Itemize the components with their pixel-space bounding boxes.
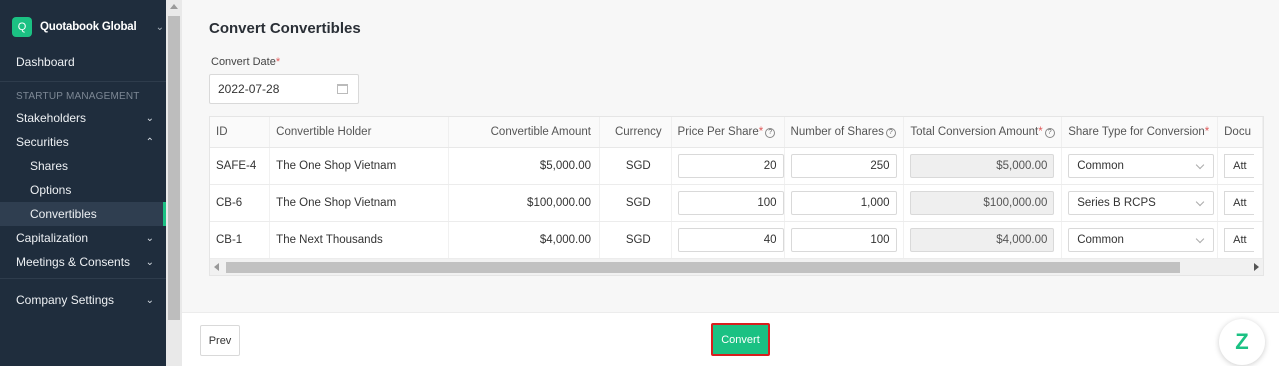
footer-bar: Prev Convert Z xyxy=(182,312,1279,366)
support-chat-icon[interactable]: Z xyxy=(1219,319,1265,365)
header-currency: Currency xyxy=(599,117,672,148)
org-switcher[interactable]: Q Quotabook Global ⌄ xyxy=(8,8,166,46)
chevron-down-icon: ⌄ xyxy=(145,232,154,244)
help-icon: ? xyxy=(885,127,896,138)
chevron-down-icon: ⌄ xyxy=(145,294,154,306)
help-icon: ? xyxy=(765,127,776,138)
convert-date-value: 2022-07-28 xyxy=(218,82,280,96)
header-total-conversion: Total Conversion Amount*? xyxy=(903,117,1063,148)
cell-amount: $5,000.00 xyxy=(448,147,601,185)
convert-date-label: Convert Date* xyxy=(211,56,281,68)
org-name: Quotabook Global xyxy=(40,21,137,33)
scroll-up-icon[interactable] xyxy=(170,4,178,9)
scrollbar-thumb[interactable] xyxy=(168,16,180,320)
cell-amount: $100,000.00 xyxy=(448,184,601,222)
sidebar-item-stakeholders[interactable]: Stakeholders ⌄ xyxy=(0,106,166,130)
sidebar-item-options[interactable]: Options xyxy=(0,178,166,202)
page-title: Convert Convertibles xyxy=(209,20,361,37)
cell-currency: SGD xyxy=(599,147,672,185)
sidebar-item-label: Securities xyxy=(16,135,69,149)
convertibles-table: ID Convertible Holder Convertible Amount… xyxy=(209,116,1264,276)
sidebar-item-dashboard[interactable]: Dashboard xyxy=(0,50,166,74)
cell-holder: The One Shop Vietnam xyxy=(269,184,449,222)
header-holder: Convertible Holder xyxy=(269,117,449,148)
sidebar-item-capitalization[interactable]: Capitalization ⌄ xyxy=(0,226,166,250)
divider xyxy=(0,81,166,82)
header-number-of-shares: Number of Shares? xyxy=(784,117,905,148)
attach-button[interactable]: Att xyxy=(1224,227,1255,252)
sidebar-item-convertibles[interactable]: Convertibles xyxy=(0,202,166,226)
cell-id: SAFE-4 xyxy=(210,147,271,185)
attach-button[interactable]: Att xyxy=(1224,190,1255,215)
number-of-shares-input[interactable]: 100 xyxy=(790,227,897,252)
share-type-select[interactable]: Series B RCPS xyxy=(1068,190,1215,215)
total-conversion-field: $100,000.00 xyxy=(910,190,1055,215)
table-header-row: ID Convertible Holder Convertible Amount… xyxy=(210,117,1263,148)
scroll-right-icon[interactable] xyxy=(1254,263,1259,271)
chevron-down-icon: ⌄ xyxy=(155,21,164,33)
prev-button[interactable]: Prev xyxy=(200,325,240,356)
sidebar-item-label: Dashboard xyxy=(16,55,75,69)
convert-date-input[interactable]: 2022-07-28 xyxy=(209,74,359,104)
sidebar-item-label: Company Settings xyxy=(16,293,115,307)
chevron-up-icon: ⌃ xyxy=(145,136,154,148)
price-per-share-input[interactable]: 40 xyxy=(677,227,784,252)
sidebar-item-label: Capitalization xyxy=(16,231,89,245)
sidebar-item-label: Stakeholders xyxy=(16,111,87,125)
convert-button[interactable]: Convert xyxy=(711,323,770,356)
chevron-down-icon: ⌄ xyxy=(145,256,154,268)
price-per-share-input[interactable]: 20 xyxy=(677,153,784,178)
sidebar: Q Quotabook Global ⌄ Dashboard STARTUP M… xyxy=(0,0,166,366)
number-of-shares-input[interactable]: 250 xyxy=(790,153,897,178)
main-content: Convert Convertibles Convert Date* 2022-… xyxy=(182,0,1279,366)
chevron-down-icon xyxy=(1195,160,1205,169)
divider xyxy=(0,278,166,279)
price-per-share-input[interactable]: 100 xyxy=(677,190,784,215)
sidebar-item-label: Meetings & Consents xyxy=(16,255,131,269)
attach-button[interactable]: Att xyxy=(1224,153,1255,178)
help-icon: ? xyxy=(1044,127,1055,138)
header-share-type: Share Type for Conversion* xyxy=(1061,117,1219,148)
header-amount: Convertible Amount xyxy=(448,117,601,148)
sidebar-item-label: Convertibles xyxy=(30,207,97,221)
table-row: SAFE-4 The One Shop Vietnam $5,000.00 SG… xyxy=(210,147,1263,185)
cell-id: CB-1 xyxy=(210,221,271,259)
table-row: CB-1 The Next Thousands $4,000.00 SGD 40… xyxy=(210,221,1263,259)
total-conversion-field: $5,000.00 xyxy=(910,153,1055,178)
cell-holder: The One Shop Vietnam xyxy=(269,147,449,185)
app: Q Quotabook Global ⌄ Dashboard STARTUP M… xyxy=(0,0,1279,366)
chevron-down-icon: ⌄ xyxy=(145,112,154,124)
header-document: Docu xyxy=(1217,117,1263,148)
share-type-select[interactable]: Common xyxy=(1068,227,1215,252)
table-row: CB-6 The One Shop Vietnam $100,000.00 SG… xyxy=(210,184,1263,222)
sidebar-item-shares[interactable]: Shares xyxy=(0,154,166,178)
horizontal-scrollbar[interactable] xyxy=(210,259,1263,275)
section-label: STARTUP MANAGEMENT xyxy=(16,91,140,102)
header-price-per-share: Price Per Share*? xyxy=(671,117,785,148)
sidebar-item-label: Shares xyxy=(30,159,69,173)
sidebar-item-securities[interactable]: Securities ⌃ xyxy=(0,130,166,154)
sidebar-item-meetings[interactable]: Meetings & Consents ⌄ xyxy=(0,250,166,274)
cell-amount: $4,000.00 xyxy=(448,221,601,259)
share-type-select[interactable]: Common xyxy=(1068,153,1215,178)
chevron-down-icon xyxy=(1195,234,1205,243)
cell-id: CB-6 xyxy=(210,184,271,222)
chevron-down-icon xyxy=(1195,197,1205,206)
cell-currency: SGD xyxy=(599,221,672,259)
cell-currency: SGD xyxy=(599,184,672,222)
vertical-scrollbar[interactable] xyxy=(166,0,182,366)
cell-holder: The Next Thousands xyxy=(269,221,449,259)
scrollbar-thumb[interactable] xyxy=(226,262,1180,273)
header-id: ID xyxy=(210,117,271,148)
total-conversion-field: $4,000.00 xyxy=(910,227,1055,252)
calendar-icon xyxy=(337,84,348,94)
number-of-shares-input[interactable]: 1,000 xyxy=(790,190,897,215)
scroll-left-icon[interactable] xyxy=(214,263,219,271)
org-logo: Q xyxy=(12,17,32,37)
sidebar-item-company-settings[interactable]: Company Settings ⌄ xyxy=(0,288,166,312)
sidebar-item-label: Options xyxy=(30,183,72,197)
